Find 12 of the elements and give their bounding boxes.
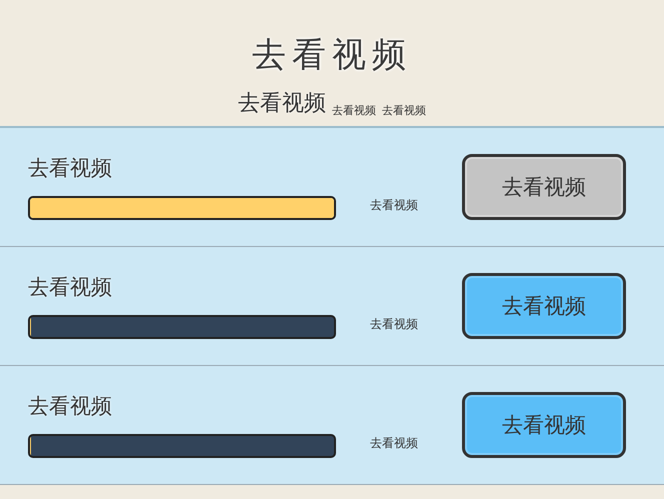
watch-video-button[interactable]: 去看视频: [462, 273, 626, 339]
progress-reading: 去看视频: [370, 196, 419, 214]
progress-reading: 去看视频: [370, 434, 419, 452]
watch-video-button[interactable]: 去看视频: [462, 392, 626, 458]
title: 去看视频: [252, 34, 412, 77]
subtitle: 去看视频: [238, 90, 326, 118]
note: 去看视频: [332, 103, 376, 118]
task-label: 去看视频: [28, 393, 113, 420]
progress-reading: 去看视频: [370, 316, 419, 332]
task-label: 去看视频: [28, 155, 113, 182]
note: 去看视频: [382, 103, 426, 118]
task-label: 去看视频: [28, 274, 113, 301]
